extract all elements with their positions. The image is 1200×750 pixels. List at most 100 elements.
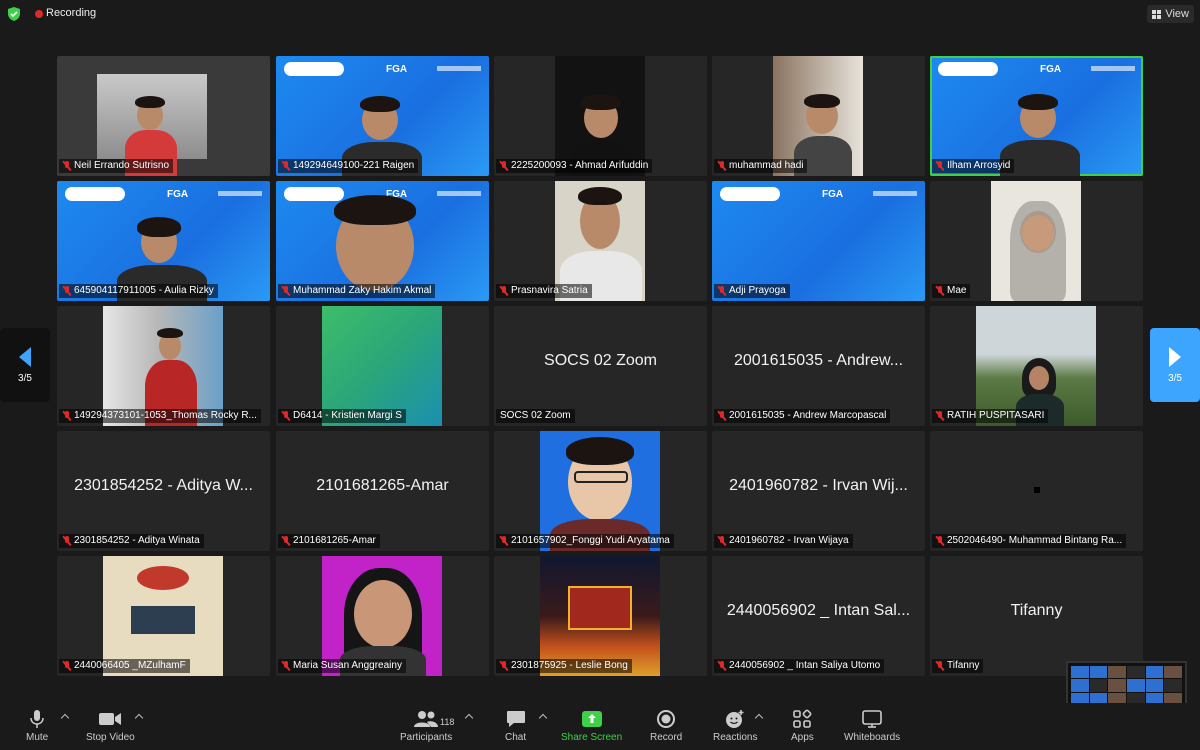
chat-bubble-icon — [506, 711, 525, 727]
view-button[interactable]: View — [1147, 5, 1194, 23]
participant-tile[interactable]: Prasnavira Satria — [494, 181, 707, 301]
mic-muted-icon — [282, 286, 290, 296]
participant-display-name: Tifanny — [1010, 602, 1063, 619]
mute-label: Mute — [26, 732, 49, 743]
participant-display-name: SOCS 02 Zoom — [544, 352, 657, 369]
participant-tile[interactable]: 149294373101-1053_Thomas Rocky R... — [57, 306, 270, 426]
participant-tile-active-speaker[interactable]: FGA Ilham Arrosyid — [930, 56, 1143, 176]
chat-button[interactable]: Chat — [505, 709, 526, 743]
participant-name: RATIH PUSPITASARI — [932, 409, 1049, 423]
mic-muted-icon — [282, 661, 290, 671]
participant-display-name: 2401960782 - Irvan Wij... — [729, 477, 908, 494]
reactions-button[interactable]: Reactions — [713, 709, 757, 743]
next-page-button[interactable]: 3/5 — [1150, 328, 1200, 402]
participant-tile[interactable]: 2440066405 _MZulhamF — [57, 556, 270, 676]
mute-button[interactable]: Mute — [26, 709, 48, 743]
mic-muted-icon — [936, 536, 944, 546]
participant-name: Mae — [932, 284, 971, 298]
participant-tile[interactable]: 2301854252 - Aditya W... 2301854252 - Ad… — [57, 431, 270, 551]
participant-tile[interactable]: 2101657902_Fonggi Yudi Aryatama — [494, 431, 707, 551]
share-screen-button[interactable]: Share Screen — [561, 709, 622, 743]
apps-icon — [793, 709, 812, 728]
participant-name: 2440066405 _MZulhamF — [59, 659, 190, 673]
video-options-caret-icon[interactable] — [134, 713, 144, 723]
shield-icon[interactable] — [7, 7, 21, 21]
microphone-icon — [30, 710, 44, 728]
participant-name: 2001615035 - Andrew Marcopascal — [714, 409, 891, 423]
previous-page-button[interactable]: 3/5 — [0, 328, 50, 402]
smiley-reaction-icon — [726, 710, 744, 728]
participant-tile[interactable]: FGA 645904117911005 - Aulia Rizky — [57, 181, 270, 301]
participant-tile[interactable]: Maria Susan Anggreainy — [276, 556, 489, 676]
participant-name: Neil Errando Sutrisno — [59, 159, 174, 173]
mic-muted-icon — [936, 286, 944, 296]
participant-name: 2401960782 - Irvan Wijaya — [714, 534, 853, 548]
participant-tile[interactable]: 2101681265-Amar 2101681265-Amar — [276, 431, 489, 551]
participants-label: Participants — [400, 732, 453, 743]
participant-tile[interactable]: 2440056902 _ Intan Sal... 2440056902 _ I… — [712, 556, 925, 676]
whiteboards-button[interactable]: Whiteboards — [844, 709, 900, 743]
apps-button[interactable]: Apps — [791, 709, 814, 743]
participant-tile[interactable]: 2401960782 - Irvan Wij... 2401960782 - I… — [712, 431, 925, 551]
mic-muted-icon — [718, 286, 726, 296]
participant-display-name: 2101681265-Amar — [316, 477, 449, 494]
participant-name: 2225200093 - Ahmad Arifuddin — [496, 159, 653, 173]
mic-muted-icon — [500, 286, 508, 296]
participant-tile[interactable]: 2225200093 - Ahmad Arifuddin — [494, 56, 707, 176]
participant-name: 645904117911005 - Aulia Rizky — [59, 284, 218, 298]
participant-name: 2301854252 - Aditya Winata — [59, 534, 204, 548]
participant-tile[interactable]: 2001615035 - Andrew... 2001615035 - Andr… — [712, 306, 925, 426]
participants-options-caret-icon[interactable] — [464, 713, 474, 723]
mic-muted-icon — [718, 536, 726, 546]
participant-tile[interactable]: RATIH PUSPITASARI — [930, 306, 1143, 426]
mic-muted-icon — [936, 661, 944, 671]
mute-options-caret-icon[interactable] — [60, 713, 70, 723]
fga-brand-text: FGA — [167, 189, 189, 200]
participant-name: 2101657902_Fonggi Yudi Aryatama — [496, 534, 674, 548]
arrow-left-icon — [19, 346, 31, 367]
mic-muted-icon — [718, 161, 726, 171]
participant-tile[interactable]: Tifanny Tifanny — [930, 556, 1143, 676]
whiteboard-icon — [862, 710, 882, 728]
participant-tile[interactable]: 2301875925 - Leslie Bong — [494, 556, 707, 676]
meeting-toolbar: Mute Stop Video Participants 118 Chat Sh… — [0, 703, 1200, 750]
participant-name: 2502046490- Muhammad Bintang Ra... — [932, 534, 1127, 548]
stop-video-button[interactable]: Stop Video — [86, 709, 135, 743]
mic-muted-icon — [282, 536, 290, 546]
participants-icon — [414, 711, 439, 727]
participant-tile[interactable]: muhammad hadi — [712, 56, 925, 176]
participant-tile[interactable]: Neil Errando Sutrisno — [57, 56, 270, 176]
share-screen-label: Share Screen — [561, 732, 623, 743]
participant-name: 149294649100-221 Raigen — [278, 159, 419, 173]
video-camera-icon — [99, 713, 122, 725]
participant-display-name: 2301854252 - Aditya W... — [74, 477, 253, 494]
arrow-right-icon — [1169, 346, 1181, 367]
mic-muted-icon — [718, 661, 726, 671]
recording-label[interactable]: Recording — [46, 7, 96, 19]
participant-name: Muhammad Zaky Hakim Akmal — [278, 284, 436, 298]
participant-tile[interactable]: FGA Muhammad Zaky Hakim Akmal — [276, 181, 489, 301]
participant-name: 149294373101-1053_Thomas Rocky R... — [59, 409, 261, 423]
participant-display-name: 2440056902 _ Intan Sal... — [726, 602, 911, 619]
chat-options-caret-icon[interactable] — [538, 713, 548, 723]
participant-name: muhammad hadi — [714, 159, 808, 173]
grid-view-icon — [1152, 9, 1162, 19]
record-icon — [657, 710, 676, 728]
participant-tile[interactable]: FGA Adji Prayoga — [712, 181, 925, 301]
mic-muted-icon — [500, 536, 508, 546]
participant-name: Prasnavira Satria — [496, 284, 592, 298]
participant-name: Adji Prayoga — [714, 284, 790, 298]
participant-tile[interactable]: 2502046490- Muhammad Bintang Ra... — [930, 431, 1143, 551]
record-button[interactable]: Record — [650, 709, 682, 743]
participant-tile[interactable]: SOCS 02 Zoom SOCS 02 Zoom — [494, 306, 707, 426]
mic-muted-icon — [63, 411, 71, 421]
record-label: Record — [650, 732, 683, 743]
participant-tile[interactable]: Mae — [930, 181, 1143, 301]
participant-tile[interactable]: FGA 149294649100-221 Raigen — [276, 56, 489, 176]
participant-name: Maria Susan Anggreainy — [278, 659, 406, 673]
participant-tile[interactable]: D6414 - Kristien Margi S — [276, 306, 489, 426]
participant-name: 2440056902 _ Intan Saliya Utomo — [714, 659, 885, 673]
participant-name: 2301875925 - Leslie Bong — [496, 659, 632, 673]
page-indicator-left: 3/5 — [18, 372, 32, 384]
fga-brand-text: FGA — [822, 189, 844, 200]
